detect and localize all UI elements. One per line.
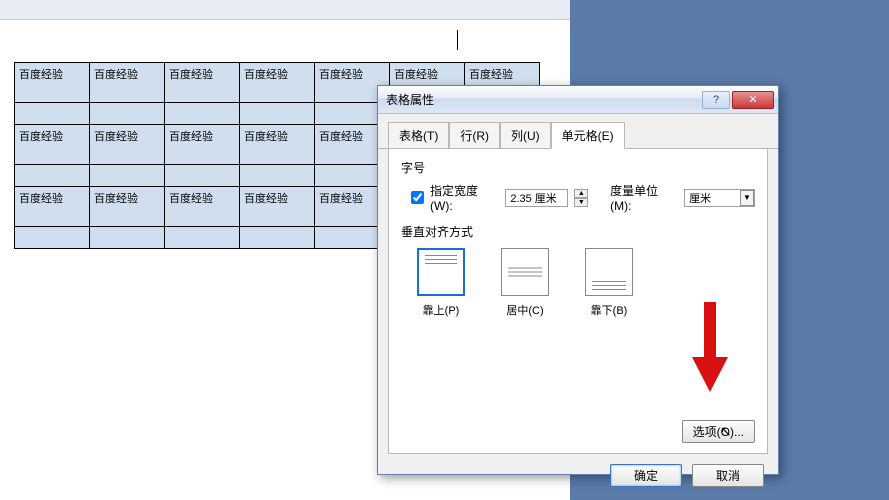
valign-top-label: 靠上(P) — [411, 302, 471, 318]
valign-options: 靠上(P) 居中(C) 靠下(B) — [411, 248, 755, 318]
valign-top-option[interactable] — [417, 248, 465, 296]
table-cell[interactable]: 百度经验 — [165, 63, 240, 103]
chevron-down-icon[interactable]: ▼ — [740, 190, 754, 206]
tab-cell[interactable]: 单元格(E) — [551, 122, 625, 149]
table-cell[interactable]: 百度经验 — [165, 125, 240, 165]
table-cell[interactable] — [240, 227, 315, 249]
options-button[interactable]: 选项(O)... — [682, 420, 755, 443]
table-cell[interactable] — [90, 103, 165, 125]
dialog-title: 表格属性 — [386, 91, 702, 108]
table-cell[interactable]: 百度经验 — [15, 125, 90, 165]
width-input[interactable]: 2.35 厘米 — [505, 189, 568, 207]
width-checkbox-label: 指定宽度(W): — [430, 182, 499, 213]
close-button[interactable]: ✕ — [732, 91, 774, 109]
unit-combobox[interactable]: 厘米 ▼ — [684, 189, 755, 207]
table-cell[interactable] — [240, 103, 315, 125]
valign-center-label: 居中(C) — [495, 302, 555, 318]
valign-bottom-option[interactable] — [585, 248, 633, 296]
width-row: 指定宽度(W): 2.35 厘米 ▲ ▼ 度量单位(M): 厘米 ▼ — [411, 182, 755, 213]
table-cell[interactable]: 百度经验 — [15, 63, 90, 103]
table-cell[interactable] — [240, 165, 315, 187]
unit-value: 厘米 — [689, 190, 711, 206]
spin-down-icon[interactable]: ▼ — [574, 198, 588, 207]
table-cell[interactable] — [165, 227, 240, 249]
table-cell[interactable]: 百度经验 — [15, 187, 90, 227]
table-cell[interactable]: 百度经验 — [90, 187, 165, 227]
table-cell[interactable]: 百度经验 — [240, 63, 315, 103]
spin-up-icon[interactable]: ▲ — [574, 189, 588, 198]
table-properties-dialog: 表格属性 ? ✕ 表格(T) 行(R) 列(U) 单元格(E) 字号 指定宽度(… — [377, 85, 779, 475]
table-cell[interactable] — [165, 103, 240, 125]
table-cell[interactable] — [15, 165, 90, 187]
tab-row[interactable]: 行(R) — [449, 122, 500, 148]
valign-center-option[interactable] — [501, 248, 549, 296]
table-cell[interactable] — [15, 227, 90, 249]
ok-button[interactable]: 确定 — [610, 464, 682, 487]
tab-column[interactable]: 列(U) — [500, 122, 551, 148]
table-cell[interactable]: 百度经验 — [90, 63, 165, 103]
table-cell[interactable]: 百度经验 — [90, 125, 165, 165]
table-cell[interactable] — [15, 103, 90, 125]
text-cursor — [457, 30, 458, 50]
table-cell[interactable] — [90, 165, 165, 187]
width-spinner[interactable]: ▲ ▼ — [574, 189, 588, 207]
table-cell[interactable]: 百度经验 — [240, 187, 315, 227]
tab-panel-cell: 字号 指定宽度(W): 2.35 厘米 ▲ ▼ 度量单位(M): 厘米 ▼ 垂直… — [388, 149, 768, 454]
table-cell[interactable] — [165, 165, 240, 187]
help-button[interactable]: ? — [702, 91, 730, 109]
tab-table[interactable]: 表格(T) — [388, 122, 449, 148]
table-cell[interactable] — [90, 227, 165, 249]
unit-label: 度量单位(M): — [610, 182, 678, 213]
ruler — [0, 0, 570, 20]
dialog-footer: 确定 取消 — [378, 464, 778, 497]
width-checkbox[interactable] — [411, 191, 424, 204]
dialog-tabs: 表格(T) 行(R) 列(U) 单元格(E) — [378, 114, 778, 149]
valign-group-label: 垂直对齐方式 — [401, 223, 755, 240]
size-group-label: 字号 — [401, 159, 755, 176]
table-cell[interactable]: 百度经验 — [240, 125, 315, 165]
table-cell[interactable]: 百度经验 — [165, 187, 240, 227]
cancel-button[interactable]: 取消 — [692, 464, 764, 487]
valign-bottom-label: 靠下(B) — [579, 302, 639, 318]
dialog-titlebar[interactable]: 表格属性 ? ✕ — [378, 86, 778, 114]
